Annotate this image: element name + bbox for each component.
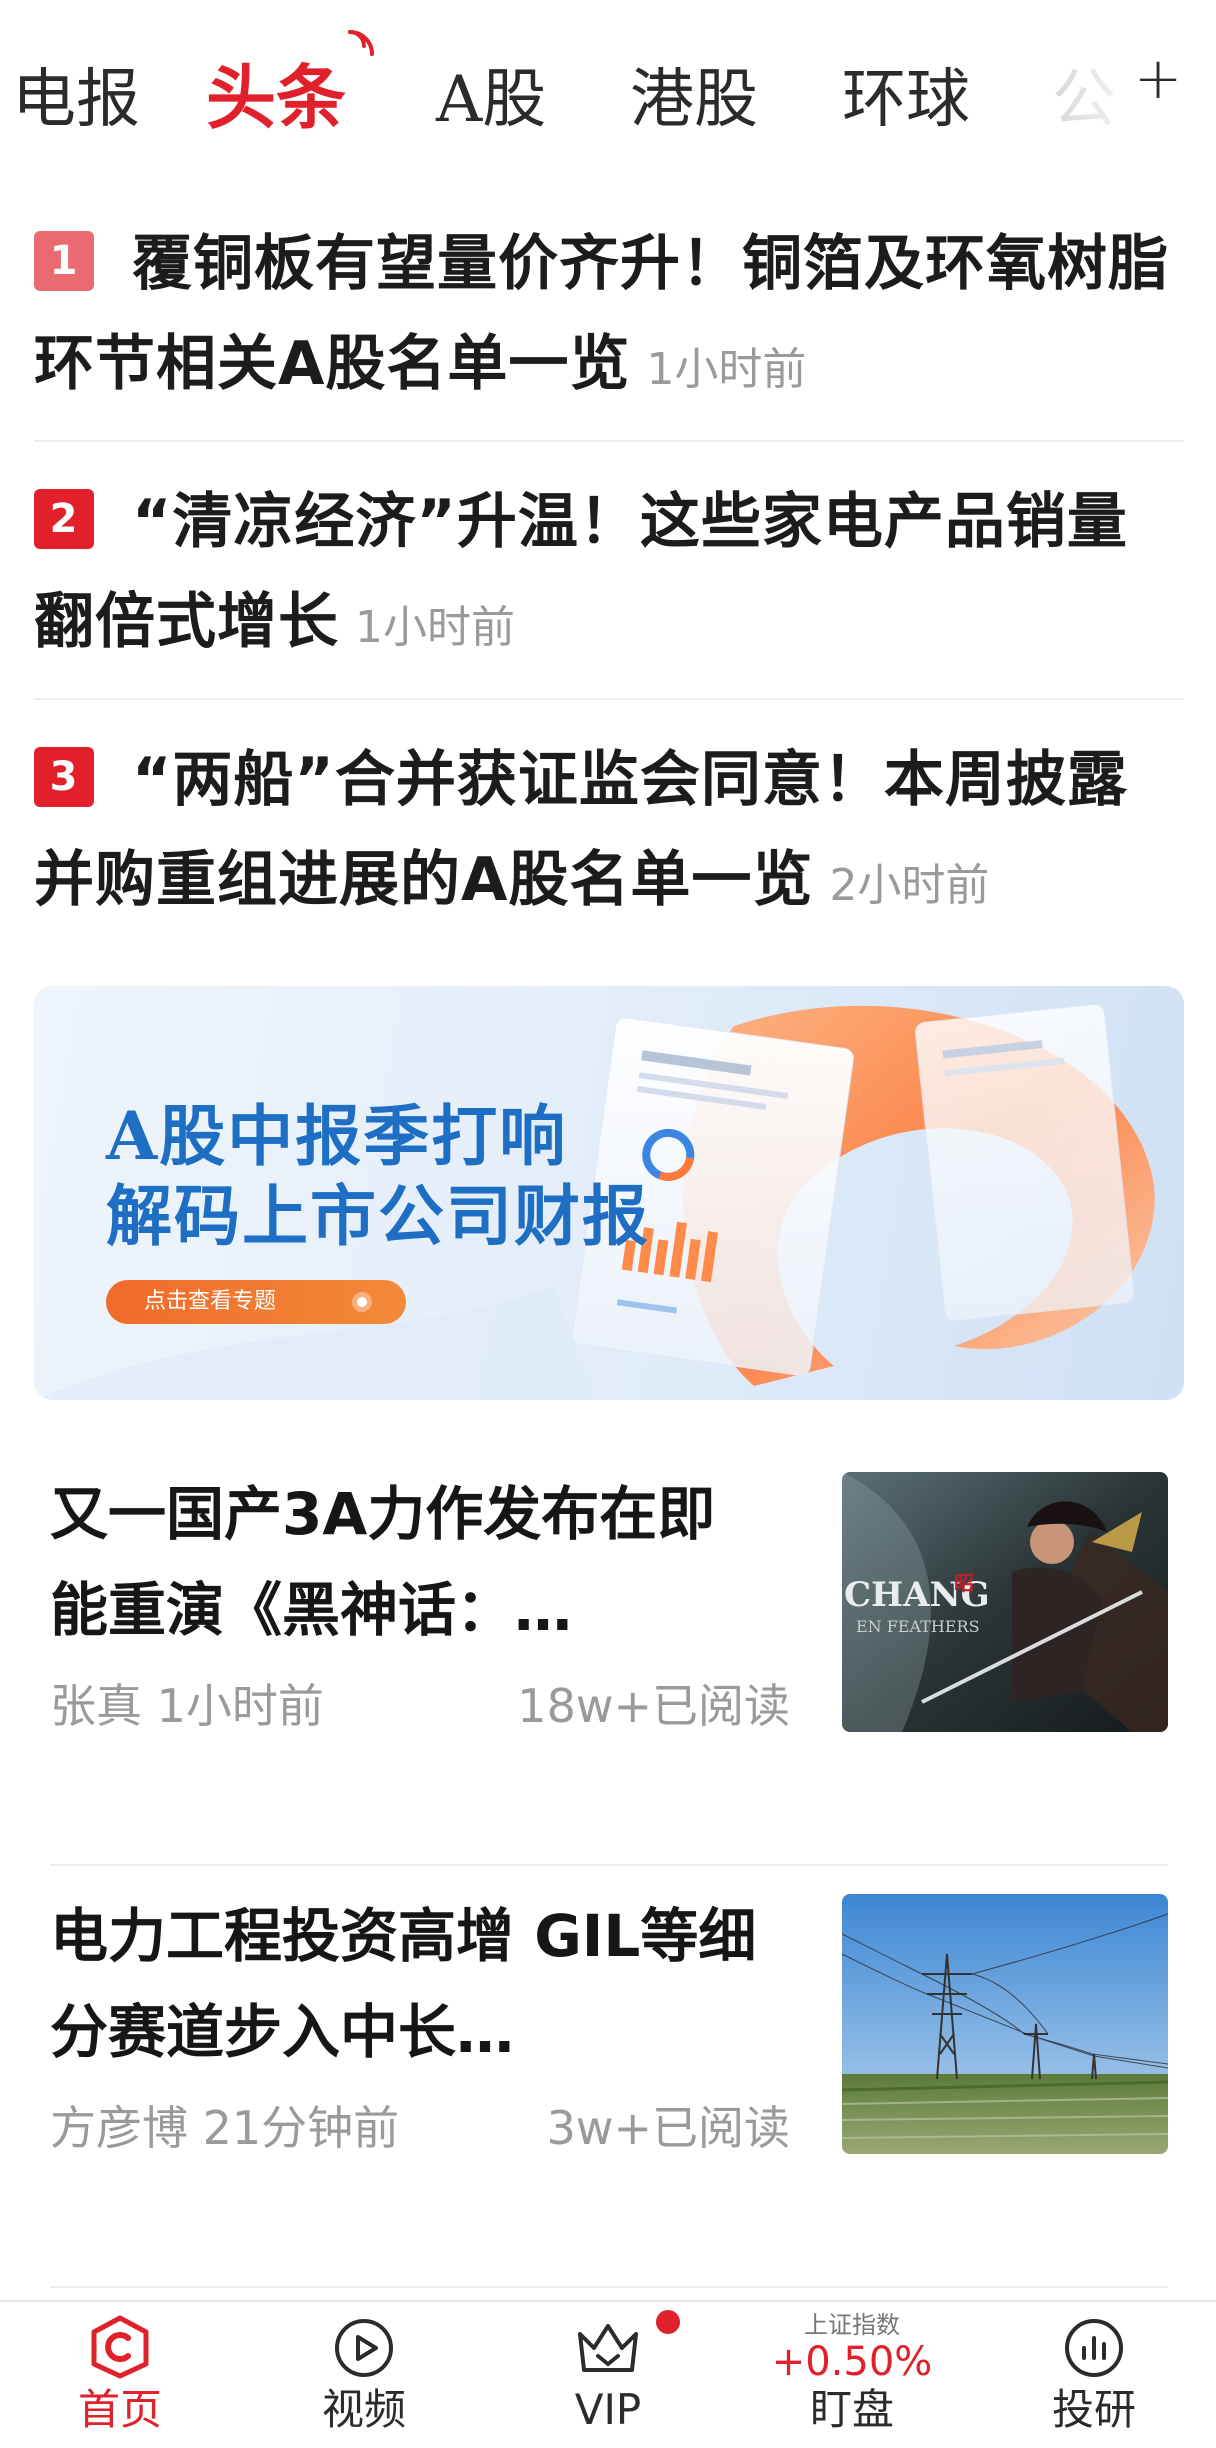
article-author: 张真 (50, 1679, 142, 1733)
article-author: 方彦博 (50, 2101, 188, 2155)
article-thumbnail[interactable] (842, 1894, 1168, 2154)
tab-a-shares[interactable]: A股 (436, 60, 546, 140)
hot-item-title: 覆铜板有望量价齐升！铜箔及环氧树脂环节相关A股名单一览 (34, 229, 1169, 399)
rank-badge: 1 (34, 231, 94, 291)
hot-list-item[interactable]: 2 “清凉经济”升温！这些家电产品销量翻倍式增长 1小时前 (34, 472, 1184, 700)
crown-icon (578, 2324, 638, 2372)
nav-video[interactable]: 视频 (264, 2302, 464, 2448)
index-name: 上证指数 (804, 2311, 900, 2339)
article-read-count: 3w+已阅读 (546, 2101, 790, 2155)
index-change-value: +0.50% (771, 2339, 933, 2385)
nav-vip-label: VIP (574, 2385, 642, 2434)
hot-list-item[interactable]: 3 “两船”合并获证监会同意！本周披露并购重组进展的A股名单一览 2小时前 (34, 730, 1184, 958)
banner-headline: A股中报季打响 (106, 1097, 568, 1175)
thumbnail-subcaption: EN FEATHERS (856, 1617, 980, 1636)
article-time: 21分钟前 (202, 2101, 400, 2155)
add-channel-plus-icon[interactable]: + (1128, 48, 1188, 108)
bottom-navigation: 首页 视频 VIP 上证指数 +0.50% 盯盘 投研 (0, 2300, 1216, 2448)
play-icon (335, 2319, 393, 2377)
article-byline: 张真 1小时前 (50, 1676, 324, 1736)
hot-list-item[interactable]: 1 覆铜板有望量价齐升！铜箔及环氧树脂环节相关A股名单一览 1小时前 (34, 214, 1184, 442)
banner-subheadline: 解码上市公司财报 (106, 1177, 650, 1255)
notification-dot (656, 2310, 680, 2334)
svg-text:昭: 昭 (954, 1571, 974, 1595)
article-read-count: 18w+已阅读 (517, 1679, 790, 1733)
channel-tabs: 电报 头条 A股 港股 环球 公 + (0, 0, 1216, 200)
nav-vip[interactable]: VIP (508, 2302, 708, 2448)
article-meta: 方彦博 21分钟前 3w+已阅读 (50, 2098, 790, 2158)
article-card[interactable]: 电力工程投资高增 GIL等细分赛道步入中长… 方彦博 21分钟前 3w+已阅读 (50, 1868, 1168, 2288)
nav-research-label: 投研 (1051, 2385, 1136, 2434)
article-card[interactable]: 又一国产3A力作发布在即 能重演《黑神话：… 张真 1小时前 18w+已阅读 C… (50, 1446, 1168, 1866)
app-screen: 电报 头条 A股 港股 环球 公 + 1覆铜板有望量价齐升！铜箔及环氧树脂环节相… (0, 0, 1216, 2448)
article-time: 1小时前 (156, 1679, 324, 1733)
view-topic-button[interactable]: 点击查看专题 (106, 1280, 406, 1324)
article-title: 电力工程投资高增 GIL等细分赛道步入中长… (50, 1902, 757, 2066)
tab-headlines[interactable]: 头条 (206, 58, 346, 138)
hot-item-time: 1小时前 (646, 344, 807, 395)
button-dot-icon (352, 1292, 372, 1312)
tab-global[interactable]: 环球 (842, 60, 970, 140)
nav-home[interactable]: 首页 (20, 2302, 220, 2448)
article-byline: 方彦博 21分钟前 (50, 2098, 399, 2158)
rank-badge: 3 (34, 747, 94, 807)
tab-hk-stocks[interactable]: 港股 (630, 60, 758, 140)
article-thumbnail[interactable]: CHANG EN FEATHERS 昭 (842, 1472, 1168, 1732)
live-signal-icon (348, 30, 374, 56)
hot-item-title: “清凉经济”升温！这些家电产品销量翻倍式增长 (34, 487, 1128, 657)
view-topic-label: 点击查看专题 (144, 1289, 277, 1314)
earnings-season-banner[interactable]: A股中报季打响 解码上市公司财报 点击查看专题 (34, 986, 1184, 1400)
hot-item-headline: 1 覆铜板有望量价齐升！铜箔及环氧树脂环节相关A股名单一览 1小时前 (34, 214, 1184, 420)
article-meta: 张真 1小时前 18w+已阅读 (50, 1676, 790, 1736)
nav-video-label: 视频 (321, 2385, 406, 2434)
hot-item-headline: 2 “清凉经济”升温！这些家电产品销量翻倍式增长 1小时前 (34, 472, 1184, 678)
power-line-thumbnail-image (842, 1894, 1168, 2154)
tab-telegraph[interactable]: 电报 (12, 60, 140, 140)
chart-circle-icon (1065, 2319, 1123, 2377)
nav-watch-market[interactable]: 上证指数 +0.50% 盯盘 (752, 2302, 952, 2448)
hot-item-time: 2小时前 (829, 860, 990, 911)
hot-item-time: 1小时前 (355, 602, 515, 653)
hot-item-headline: 3 “两船”合并获证监会同意！本周披露并购重组进展的A股名单一览 2小时前 (34, 730, 1184, 936)
rank-badge: 2 (34, 489, 94, 549)
nav-watch-market-label: 盯盘 (809, 2385, 894, 2434)
game-thumbnail-image: CHANG EN FEATHERS 昭 (842, 1472, 1168, 1732)
home-c-icon (91, 2315, 149, 2379)
article-title: 又一国产3A力作发布在即 能重演《黑神话：… (50, 1480, 716, 1644)
nav-home-label: 首页 (77, 2385, 162, 2434)
nav-research[interactable]: 投研 (994, 2302, 1194, 2448)
